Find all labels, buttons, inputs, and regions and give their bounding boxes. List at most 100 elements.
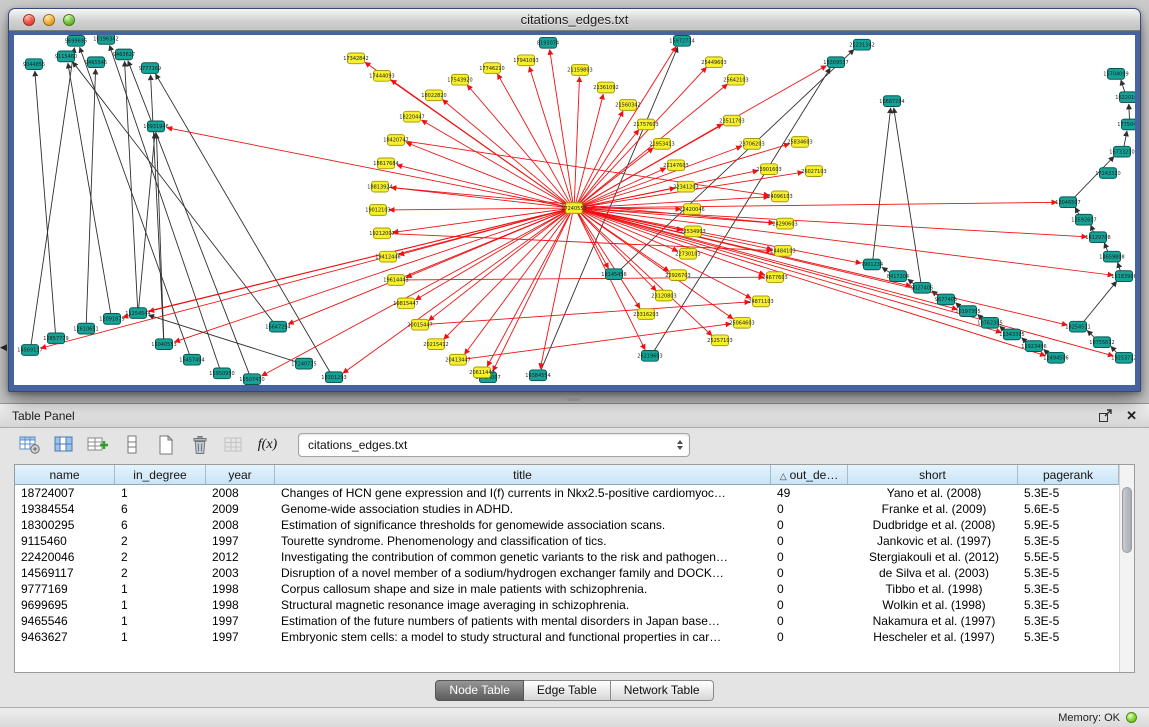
table-cell[interactable]: de Silva et al. (2003) xyxy=(848,565,1018,581)
table-cell[interactable]: 5.3E-5 xyxy=(1018,565,1119,581)
graph-edge[interactable] xyxy=(125,61,138,309)
import-table-button[interactable] xyxy=(220,432,247,458)
column-header-in_degree[interactable]: in_degree xyxy=(115,465,206,485)
table-cell[interactable]: 2008 xyxy=(206,485,275,501)
table-cell[interactable]: 0 xyxy=(771,629,848,645)
table-cell[interactable]: 18300295 xyxy=(15,517,115,533)
table-cell[interactable]: 2 xyxy=(115,549,206,565)
graph-node[interactable]: 11254544 xyxy=(125,308,150,319)
table-row[interactable]: 946554611997Estimation of the future num… xyxy=(15,613,1119,629)
graph-node[interactable]: 23120803 xyxy=(651,290,676,301)
graph-node[interactable]: 23901603 xyxy=(756,164,781,175)
column-header-out_de[interactable]: △out_de… xyxy=(771,465,848,485)
graph-node[interactable]: 17750411 xyxy=(1117,119,1135,130)
table-cell[interactable]: 0 xyxy=(771,565,848,581)
table-selector-dropdown[interactable]: citations_edges.txt xyxy=(298,433,690,457)
graph-node[interactable]: 15183908 xyxy=(1111,271,1135,282)
graph-edge[interactable] xyxy=(41,209,569,348)
table-cell[interactable]: Hescheler et al. (1997) xyxy=(848,629,1018,645)
table-cell[interactable]: 5.3E-5 xyxy=(1018,581,1119,597)
graph-edge[interactable] xyxy=(574,77,579,204)
graph-node[interactable]: 18254511 xyxy=(1065,321,1090,332)
graph-node[interactable]: 21159803 xyxy=(567,65,592,76)
graph-edge[interactable] xyxy=(464,324,731,360)
graph-node[interactable]: 17240553 xyxy=(561,203,586,214)
table-cell[interactable]: Embryonic stem cells: a model to study s… xyxy=(275,629,771,645)
graph-node[interactable]: 17746210 xyxy=(479,63,504,74)
splitter-handle[interactable] xyxy=(567,396,580,401)
table-cell[interactable]: 0 xyxy=(771,533,848,549)
table-cell[interactable]: 5.3E-5 xyxy=(1018,485,1119,501)
column-header-short[interactable]: short xyxy=(848,465,1018,485)
graph-node[interactable]: 19212007 xyxy=(369,228,394,239)
tab-node-table[interactable]: Node Table xyxy=(435,680,524,701)
window-minimize-button[interactable] xyxy=(43,14,55,26)
table-cell[interactable]: 1 xyxy=(115,485,206,501)
panel-collapse-arrow-icon[interactable]: ◀ xyxy=(0,343,7,352)
graph-edge[interactable] xyxy=(529,67,572,205)
graph-node[interactable]: 12610651 xyxy=(73,323,98,334)
graph-node[interactable]: 23706203 xyxy=(739,139,764,150)
float-panel-icon[interactable] xyxy=(1098,408,1114,423)
table-cell[interactable]: 0 xyxy=(771,517,848,533)
table-cell[interactable]: 2012 xyxy=(206,549,275,565)
table-row[interactable]: 946362711997Embryonic stem cells: a mode… xyxy=(15,629,1119,645)
table-cell[interactable]: Corpus callosum shape and size in male p… xyxy=(275,581,771,597)
table-cell[interactable]: Estimation of significance thresholds fo… xyxy=(275,517,771,533)
graph-node[interactable]: 16687294 xyxy=(879,96,904,107)
table-cell[interactable]: 0 xyxy=(771,501,848,517)
graph-node[interactable]: 23511703 xyxy=(719,115,744,126)
graph-node[interactable]: 9777169 xyxy=(139,63,161,74)
table-cell[interactable]: 6 xyxy=(115,501,206,517)
table-row[interactable]: 977716911998Corpus callosum shape and si… xyxy=(15,581,1119,597)
table-cell[interactable]: Wolkin et al. (1998) xyxy=(848,597,1018,613)
graph-edge[interactable] xyxy=(128,61,250,376)
table-cell[interactable]: 1997 xyxy=(206,613,275,629)
graph-edge[interactable] xyxy=(442,100,569,206)
table-cell[interactable]: 1 xyxy=(115,597,206,613)
graph-node[interactable]: 17243310 xyxy=(1095,168,1120,179)
graph-node[interactable]: 8193074 xyxy=(537,37,559,48)
graph-node[interactable]: 7901234 xyxy=(861,259,883,270)
graph-node[interactable]: 12857779 xyxy=(43,333,68,344)
table-cell[interactable]: Franke et al. (2009) xyxy=(848,501,1018,517)
graph-node[interactable]: 17543920 xyxy=(447,74,472,85)
graph-edge[interactable] xyxy=(151,75,164,340)
graph-node[interactable]: 20015447 xyxy=(407,319,432,330)
table-cell[interactable]: 18724007 xyxy=(15,485,115,501)
table-row[interactable]: 1872400712008Changes of HCN gene express… xyxy=(15,485,1119,501)
graph-edge[interactable] xyxy=(416,210,569,300)
graph-node[interactable]: 18022820 xyxy=(421,90,446,101)
graph-edge[interactable] xyxy=(426,302,750,325)
table-cell[interactable]: 1 xyxy=(115,613,206,629)
graph-node[interactable]: 25449603 xyxy=(701,57,726,68)
graph-node[interactable]: 25642103 xyxy=(723,74,748,85)
table-cell[interactable]: 2 xyxy=(115,533,206,549)
graph-node[interactable]: 12494506 xyxy=(1043,352,1068,363)
graph-node[interactable]: 21757603 xyxy=(633,119,658,130)
table-cell[interactable]: 9699695 xyxy=(15,597,115,613)
graph-node[interactable]: 24871103 xyxy=(748,296,773,307)
graph-edge[interactable] xyxy=(580,202,1057,208)
graph-node[interactable]: 18755612 xyxy=(1089,337,1114,348)
graph-node[interactable]: 19815447 xyxy=(393,298,418,309)
table-row[interactable]: 1938455462009Genome-wide association stu… xyxy=(15,501,1119,517)
graph-node[interactable]: 24290603 xyxy=(772,218,797,229)
column-header-title[interactable]: title xyxy=(275,465,771,485)
graph-node[interactable]: 17240775 xyxy=(291,358,316,369)
window-titlebar[interactable]: citations_edges.txt xyxy=(9,9,1140,31)
graph-node[interactable]: 20413447 xyxy=(445,354,470,365)
table-cell[interactable]: 1 xyxy=(115,629,206,645)
graph-node[interactable]: 10762305 xyxy=(977,317,1002,328)
graph-node[interactable]: 22926703 xyxy=(665,270,690,281)
graph-node[interactable]: 18220447 xyxy=(399,111,424,122)
delete-table-button[interactable] xyxy=(186,432,213,458)
graph-node[interactable]: 20611447 xyxy=(469,367,494,378)
table-cell[interactable]: Yano et al. (2008) xyxy=(848,485,1018,501)
table-row[interactable]: 1830029562008Estimation of significance … xyxy=(15,517,1119,533)
graph-node[interactable]: 10931946 xyxy=(143,121,168,132)
graph-node[interactable]: 8417204 xyxy=(887,271,909,282)
table-cell[interactable]: 5.3E-5 xyxy=(1018,613,1119,629)
table-cell[interactable]: 49 xyxy=(771,485,848,501)
graph-edge[interactable] xyxy=(497,74,571,205)
